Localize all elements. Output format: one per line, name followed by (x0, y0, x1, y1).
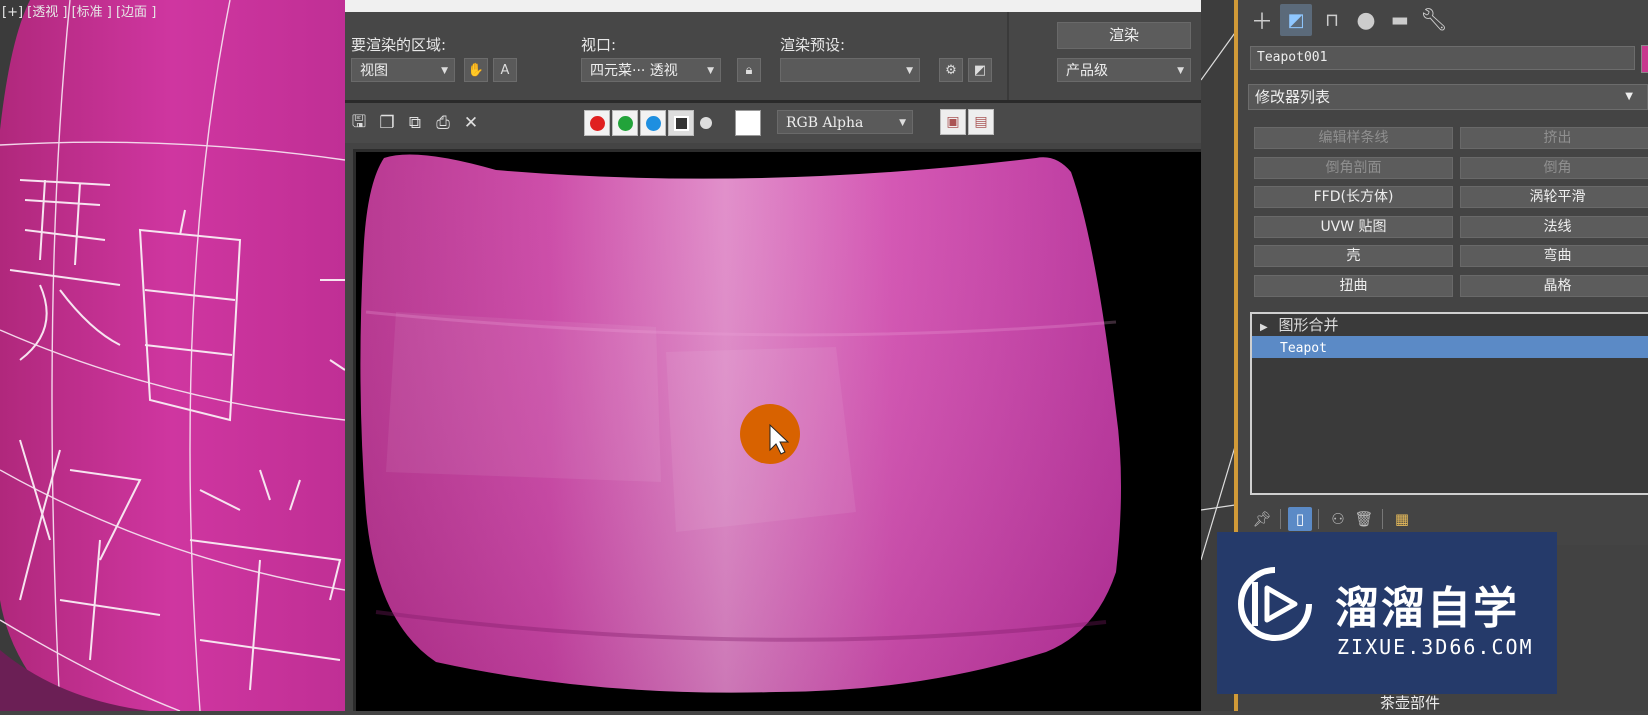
divider (1318, 509, 1319, 529)
watermark-title: 溜溜自学 (1335, 583, 1519, 634)
blue-channel-toggle[interactable] (640, 110, 666, 136)
render-preset-dropdown[interactable]: ▼ (780, 58, 920, 82)
monochrome-icon[interactable] (700, 117, 712, 129)
chevron-down-icon: ▼ (906, 66, 913, 76)
object-color-swatch[interactable] (1641, 45, 1648, 73)
watermark-url: ZIXUE.3D66.COM (1337, 635, 1534, 659)
modifier-button[interactable]: 扭曲 (1254, 275, 1453, 297)
expand-arrow-icon[interactable]: ▶ (1260, 322, 1268, 333)
modifier-button[interactable]: 编辑样条线 (1254, 127, 1453, 149)
edit-region-icon[interactable]: ✋ (464, 58, 488, 82)
chevron-down-icon: ▼ (441, 66, 448, 76)
render-setup-icon[interactable]: ⚙ (939, 58, 963, 82)
render-preset-label: 渲染预设: (780, 36, 846, 54)
modifier-stack[interactable]: ▶ 图形合并 Teapot (1250, 312, 1648, 495)
rendered-frame-window: 要渲染的区域: 视图 ▼ ✋ A 视口: 四元菜··· 透视 ▼ 🔒︎ 渲染预设: … (345, 0, 1201, 711)
modifier-button[interactable]: 法线 (1460, 215, 1648, 238)
auto-region-icon[interactable]: A (493, 58, 517, 82)
chevron-down-icon: ▼ (707, 66, 714, 76)
green-channel-toggle[interactable] (612, 110, 638, 136)
stack-item-teapot[interactable]: Teapot (1252, 336, 1648, 358)
modifier-button[interactable]: 弯曲 (1460, 245, 1648, 268)
chevron-down-icon: ▼ (1177, 66, 1184, 76)
stack-item-shape-merge[interactable]: ▶ 图形合并 (1252, 314, 1648, 336)
modifier-button[interactable]: FFD(长方体) (1254, 186, 1453, 209)
clear-icon[interactable]: ✕ (459, 111, 483, 135)
modifier-button[interactable]: 倒角 (1460, 156, 1648, 179)
hierarchy-tab-icon[interactable]: ⊓ (1316, 4, 1348, 36)
divider (1382, 509, 1383, 529)
remove-modifier-icon[interactable]: 🗑︎ (1352, 507, 1376, 531)
chevron-down-icon: ▼ (899, 118, 906, 128)
viewport-dropdown[interactable]: 四元菜··· 透视 ▼ (581, 58, 721, 82)
alpha-channel-icon (673, 115, 689, 131)
render-quality-dropdown[interactable]: 产品级 ▼ (1057, 58, 1191, 82)
command-panel-tabs: ＋ ◩ ⊓ ● ▬ 🔧︎ (1238, 0, 1648, 40)
watermark: 溜溜自学 ZIXUE.3D66.COM (1217, 532, 1557, 694)
modifier-button[interactable]: 倒角剖面 (1254, 156, 1453, 179)
save-image-icon[interactable]: 🖫 (347, 111, 371, 135)
perspective-viewport[interactable]: [+] [透视 ] [标准 ] [边面 ] (0, 0, 345, 711)
teapot-wireframe-view (0, 0, 345, 711)
rendered-image[interactable] (356, 152, 1201, 711)
render-button[interactable]: 渲染 (1057, 22, 1191, 49)
toggle-ui-overlays-icon[interactable]: ▣ (940, 109, 966, 135)
pin-stack-icon[interactable]: 📌︎ (1250, 507, 1274, 531)
area-to-render-label: 要渲染的区域: (351, 36, 447, 54)
environment-effects-icon[interactable]: ◩ (968, 58, 992, 82)
configure-modifier-sets-icon[interactable]: ▦ (1390, 507, 1414, 531)
modifier-button[interactable]: 挤出 (1460, 127, 1648, 149)
area-to-render-dropdown[interactable]: 视图 ▼ (351, 58, 455, 82)
viewport-label-text: 视口: (581, 36, 617, 54)
color-swatch[interactable] (735, 110, 761, 136)
teapot-render (360, 154, 1121, 693)
play-logo-icon (1238, 567, 1312, 641)
modifier-button[interactable]: UVW 贴图 (1254, 215, 1453, 238)
toggle-ui-icon[interactable]: ▤ (968, 109, 994, 135)
red-channel-icon (589, 115, 605, 131)
display-tab-icon[interactable]: ▬ (1384, 4, 1416, 36)
window-titlebar[interactable] (345, 0, 1201, 12)
frame-toolbar: 🖫 ❐ ⧉ ⎙ ✕ RGB Alpha ▼ ▣ ▤ (345, 103, 1201, 143)
divider (1007, 12, 1009, 100)
motion-tab-icon[interactable]: ● (1350, 4, 1382, 36)
chevron-down-icon: ▼ (1625, 91, 1633, 102)
modifier-button[interactable]: 涡轮平滑 (1460, 186, 1648, 209)
lock-viewport-icon[interactable]: 🔒︎ (737, 58, 761, 82)
rollout-title[interactable]: 茶壶部件 (1380, 692, 1440, 713)
modify-tab-icon[interactable]: ◩ (1280, 4, 1312, 36)
utilities-tab-icon[interactable]: 🔧︎ (1418, 4, 1450, 36)
make-unique-icon[interactable]: ⚇ (1326, 507, 1350, 531)
alpha-channel-toggle[interactable] (668, 110, 694, 136)
modifier-button[interactable]: 晶格 (1460, 275, 1648, 297)
copy-image-icon[interactable]: ❐ (375, 111, 399, 135)
red-channel-toggle[interactable] (584, 110, 610, 136)
display-channel-dropdown[interactable]: RGB Alpha ▼ (777, 110, 913, 134)
green-channel-icon (617, 115, 633, 131)
blue-channel-icon (645, 115, 661, 131)
render-settings-bar: 要渲染的区域: 视图 ▼ ✋ A 视口: 四元菜··· 透视 ▼ 🔒︎ 渲染预设: … (345, 12, 1201, 100)
divider (1280, 509, 1281, 529)
stack-toolbar: 📌︎ ▯ ⚇ 🗑︎ ▦ (1250, 505, 1648, 533)
show-end-result-icon[interactable]: ▯ (1288, 507, 1312, 531)
print-image-icon[interactable]: ⎙ (431, 111, 455, 135)
viewport-label[interactable]: [+] [透视 ] [标准 ] [边面 ] (2, 1, 156, 20)
object-name-field[interactable]: Teapot001 (1250, 46, 1635, 70)
modifier-list-dropdown[interactable]: 修改器列表 ▼ (1248, 84, 1648, 110)
clone-window-icon[interactable]: ⧉ (403, 111, 427, 135)
modifier-button[interactable]: 壳 (1254, 245, 1453, 268)
create-tab-icon[interactable]: ＋ (1246, 4, 1278, 36)
